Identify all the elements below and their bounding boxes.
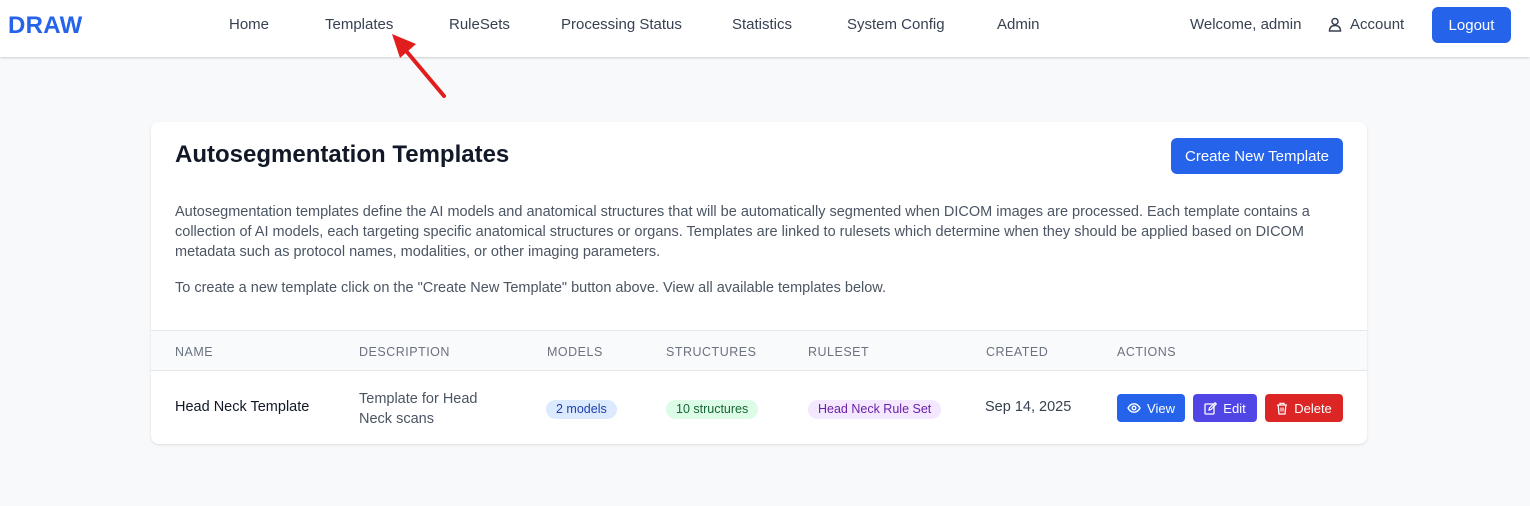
created-date: Sep 14, 2025 [985, 399, 1072, 415]
trash-icon [1277, 402, 1288, 415]
table-header: Name Description Models Structures Rules… [151, 330, 1367, 371]
nav-link-templates[interactable]: Templates [325, 16, 393, 33]
template-description: Template for Head Neck scans [359, 391, 478, 427]
brand-logo[interactable]: DRAW [8, 12, 83, 40]
table-row: Head Neck Template Template for Head Nec… [151, 371, 1367, 444]
account-link[interactable]: Account [1328, 16, 1404, 33]
column-header-models: Models [547, 345, 603, 359]
column-header-ruleset: Ruleset [808, 345, 870, 359]
page-description: Autosegmentation templates define the AI… [175, 204, 1310, 260]
templates-card: Autosegmentation Templates Create New Te… [151, 122, 1367, 444]
edit-button[interactable]: Edit [1193, 394, 1257, 422]
column-header-name: Name [175, 345, 214, 359]
view-label: View [1147, 400, 1175, 416]
column-header-actions: Actions [1117, 345, 1177, 359]
eye-icon [1127, 403, 1141, 413]
delete-label: Delete [1294, 400, 1332, 416]
create-new-template-button[interactable]: Create New Template [1171, 138, 1343, 174]
template-name: Head Neck Template [175, 399, 310, 415]
annotation-arrow-icon [392, 34, 446, 98]
nav-link-system-config[interactable]: System Config [847, 16, 945, 33]
delete-button[interactable]: Delete [1265, 394, 1343, 422]
welcome-text: Welcome, admin [1190, 16, 1302, 33]
user-icon [1328, 17, 1342, 32]
nav-link-processing-status[interactable]: Processing Status [561, 16, 682, 33]
page-title: Autosegmentation Templates [175, 141, 510, 168]
view-button[interactable]: View [1117, 394, 1185, 422]
column-header-created: Created [986, 345, 1049, 359]
column-header-description: Description [359, 345, 450, 359]
logout-button[interactable]: Logout [1432, 7, 1511, 43]
structures-badge: 10 structures [666, 400, 759, 419]
nav-link-statistics[interactable]: Statistics [732, 16, 792, 33]
page-instruction: To create a new template click on the "C… [175, 280, 886, 296]
nav-link-rulesets[interactable]: RuleSets [449, 16, 510, 33]
edit-icon [1204, 401, 1218, 415]
account-label: Account [1350, 16, 1405, 33]
nav-link-admin[interactable]: Admin [997, 16, 1040, 33]
top-navbar: DRAW Home Templates RuleSets Processing … [0, 0, 1530, 57]
models-badge: 2 models [546, 400, 617, 419]
nav-link-home[interactable]: Home [229, 16, 269, 33]
edit-label: Edit [1223, 400, 1246, 416]
column-header-structures: Structures [666, 345, 757, 359]
ruleset-badge: Head Neck Rule Set [808, 400, 942, 419]
